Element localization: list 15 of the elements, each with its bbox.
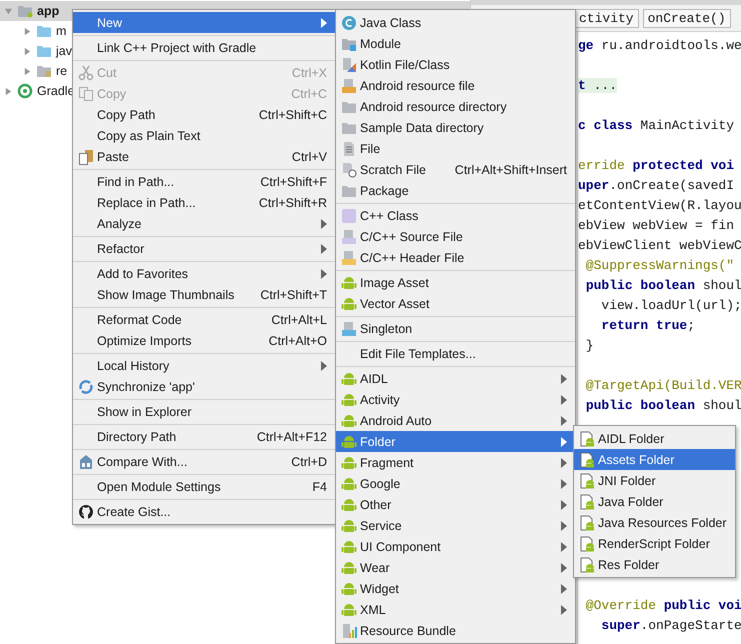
code-line: uper.onCreate(savedI [578, 177, 736, 195]
code-line: ge ru.androidtools.we [578, 37, 741, 55]
code-line: ebView webView = fin [578, 217, 736, 235]
code-line: etContentView(R.layou [578, 197, 741, 215]
code-line: super.onPageStarte [600, 617, 741, 635]
code-line: public boolean shoul [584, 277, 741, 295]
code-line: return true; [600, 317, 696, 335]
code-line: erride protected voi [578, 157, 736, 175]
code-line: view.loadUrl(url); [600, 297, 741, 315]
code-line: @SuppressWarnings(" [584, 257, 736, 275]
code-line: public boolean shoul [584, 397, 741, 415]
code-line: c class MainActivity [578, 117, 736, 135]
code-line: @Override public voi [584, 597, 741, 615]
code-line: } [584, 337, 595, 355]
code-line: ebViewClient webViewC [578, 237, 741, 255]
